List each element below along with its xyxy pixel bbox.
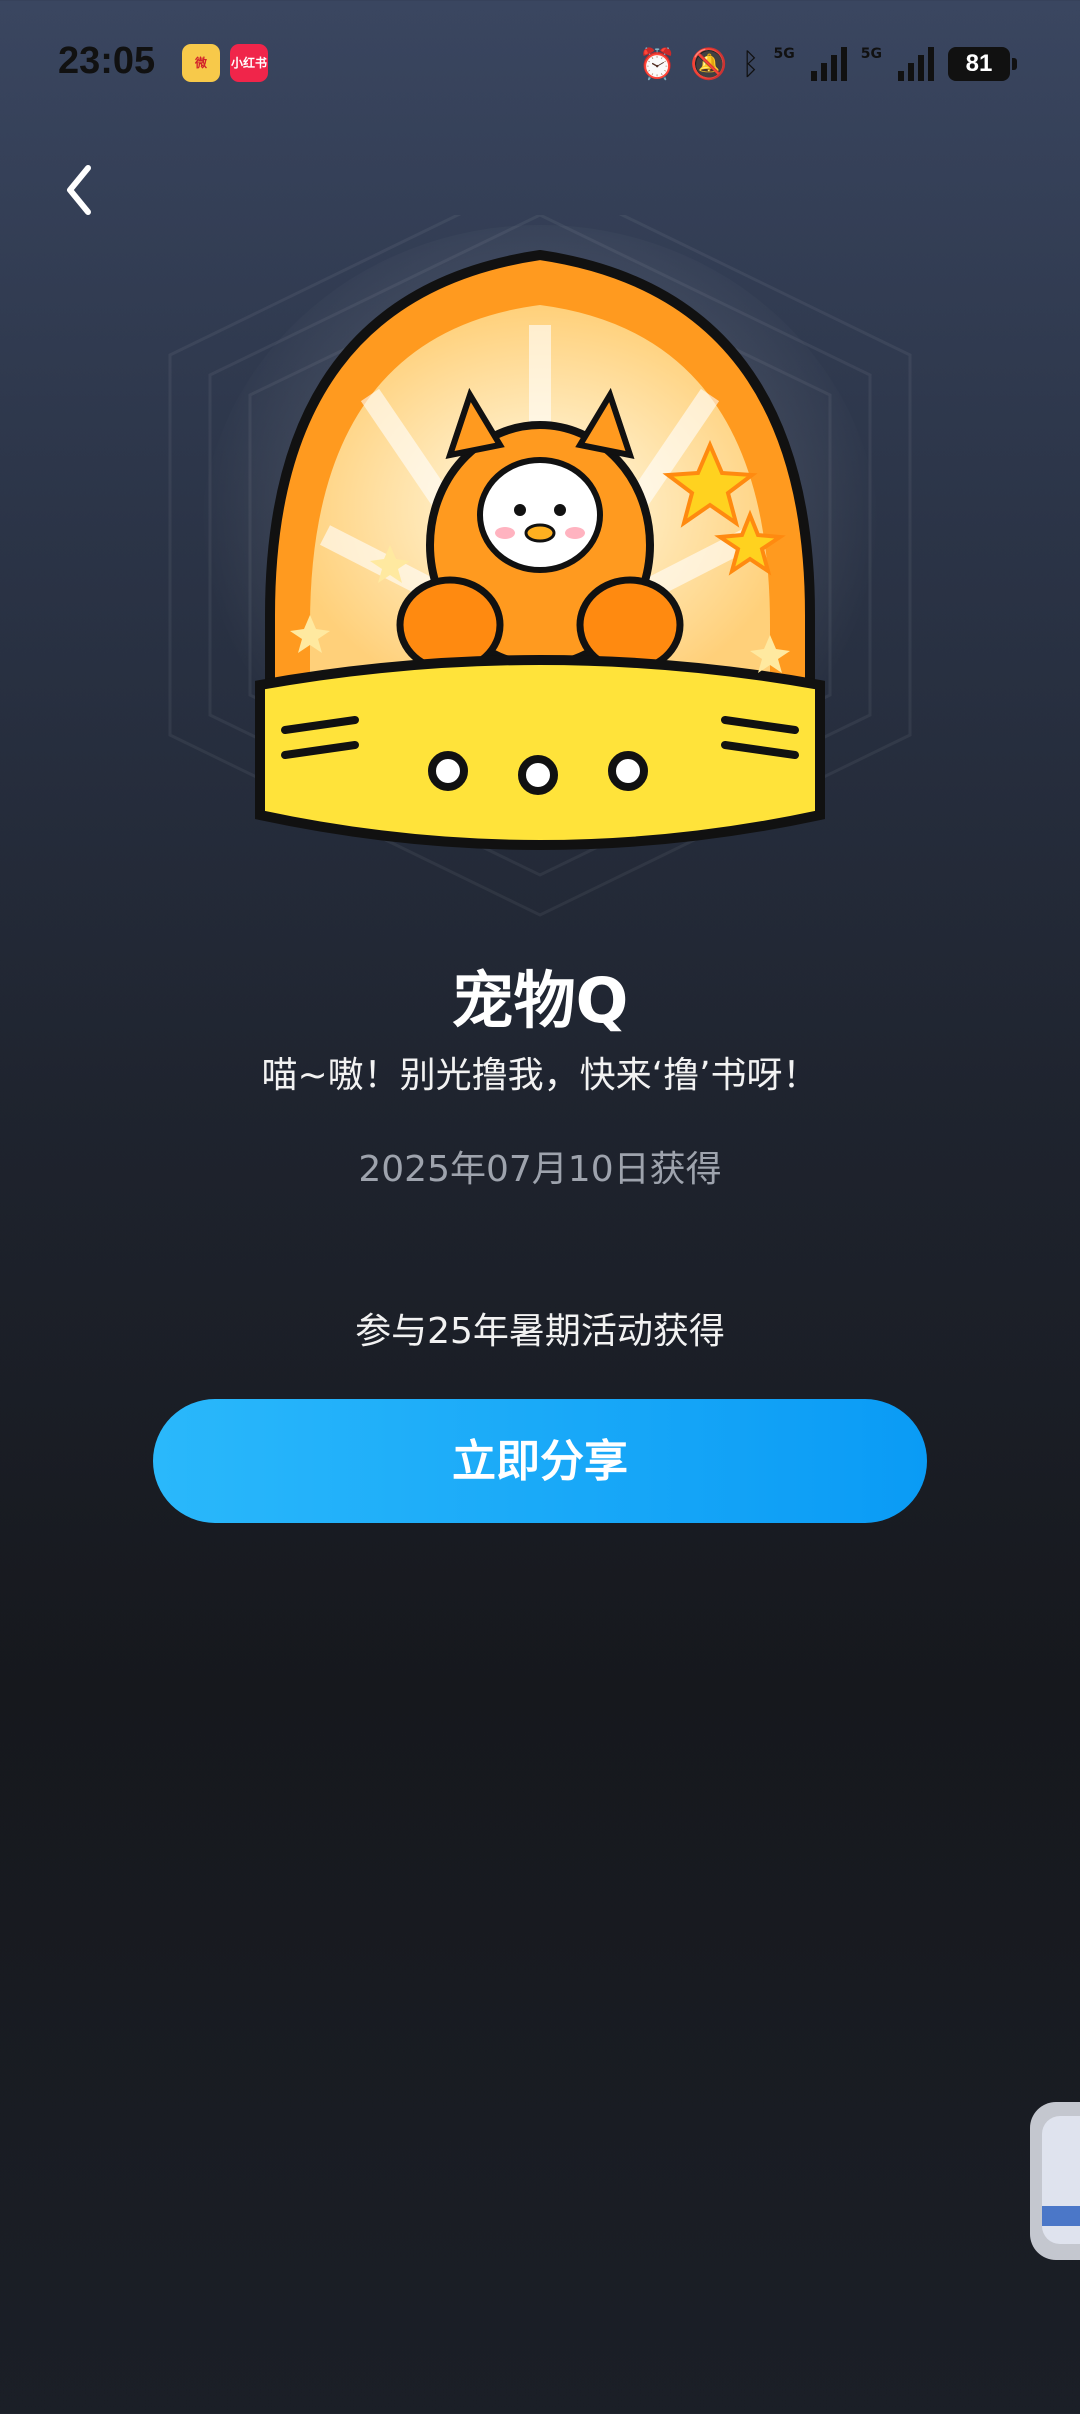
badge-image: [150, 173, 930, 935]
mute-bell-icon: 🔕: [690, 46, 728, 82]
alarm-icon: ⏰: [638, 46, 677, 82]
badge-title: 宠物Q: [451, 964, 629, 1037]
share-button[interactable]: 立即分享: [153, 1399, 927, 1523]
battery-icon: 81: [948, 47, 1017, 81]
signal-icon: [810, 47, 847, 81]
bluetooth-icon: ᛒ: [741, 46, 760, 82]
status-time: 23:05: [58, 40, 156, 82]
badge-date: 2025年07月10日获得: [358, 1149, 722, 1190]
chevron-left-icon: [67, 165, 91, 215]
badge-source: 参与25年暑期活动获得: [355, 1311, 725, 1352]
network-type-label-2: 5G: [860, 46, 882, 62]
signal-icon-2: [898, 47, 934, 81]
back-button[interactable]: [58, 160, 128, 230]
weibo-icon: 微: [182, 44, 220, 82]
xiaohongshu-icon: 小红书: [230, 44, 268, 82]
network-type-label: 5G: [773, 46, 795, 62]
status-bar: 23:05 微 小红书 ⏰ 🔕 ᛒ 5G 5G 81: [0, 0, 1080, 130]
floating-widget[interactable]: [1030, 2102, 1080, 2260]
status-icons: ⏰ 🔕 ᛒ 5G 5G 81: [638, 42, 1017, 86]
floating-widget-stripe: [1042, 2206, 1080, 2226]
badge-description: 喵~嗷！别光撸我，快来‘撸’书呀！: [261, 1055, 819, 1096]
